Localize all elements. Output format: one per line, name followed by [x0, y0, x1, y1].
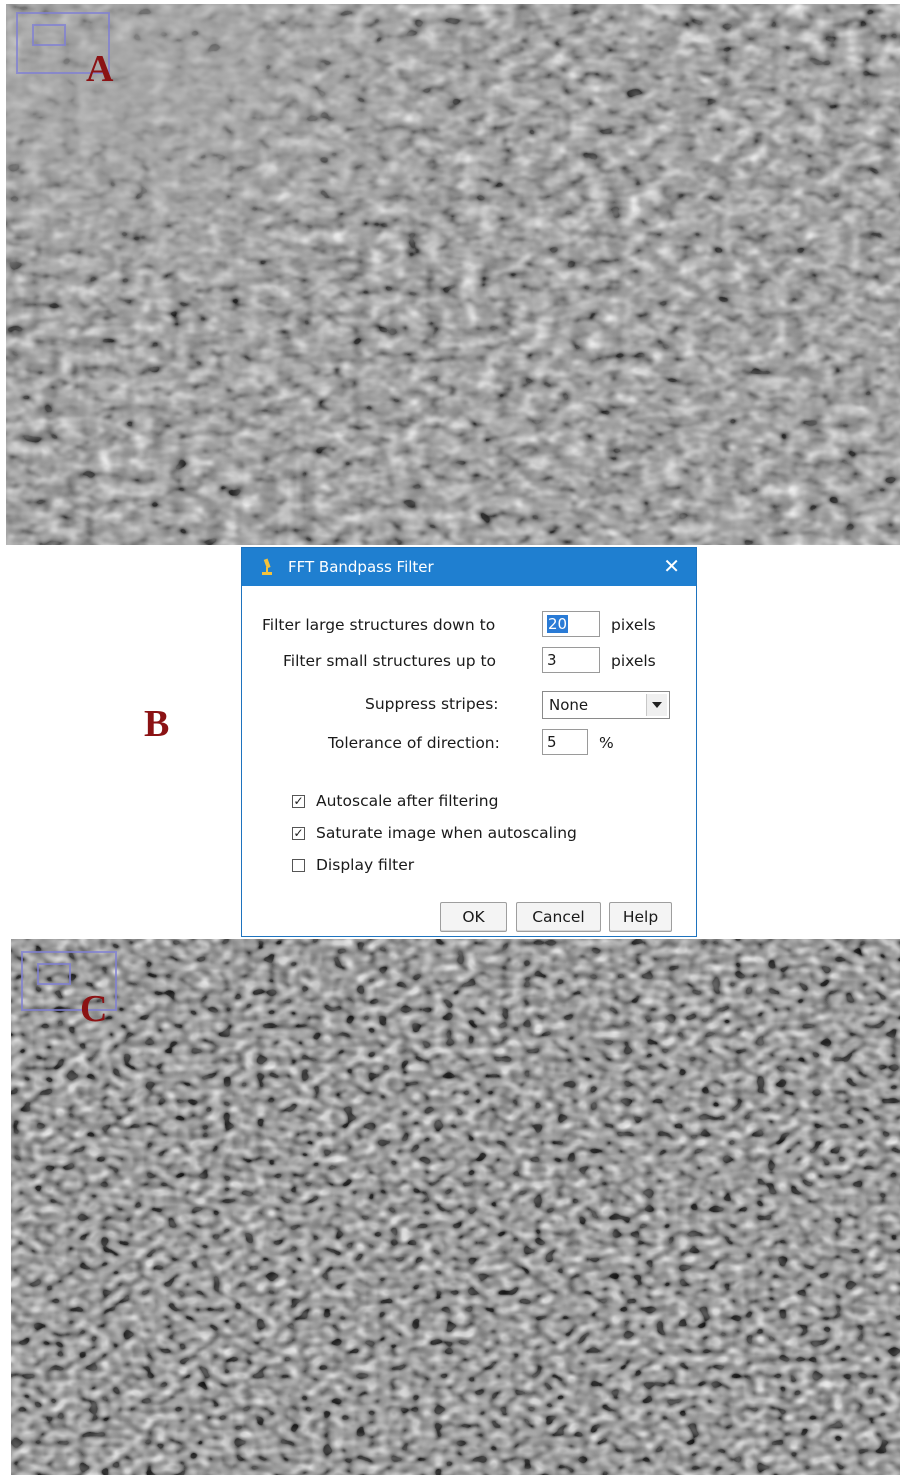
suppress-stripes-select[interactable]: None — [542, 691, 670, 719]
micrograph-a-image — [6, 4, 900, 545]
small-structures-input[interactable]: 3 — [542, 647, 600, 673]
checkbox-checked-icon[interactable]: ✓ — [292, 795, 305, 808]
checkbox-checked-icon[interactable]: ✓ — [292, 827, 305, 840]
large-structures-value: 20 — [547, 615, 569, 633]
tolerance-label: Tolerance of direction: — [328, 734, 500, 752]
ok-button[interactable]: OK — [440, 902, 507, 932]
small-structures-unit: pixels — [611, 652, 656, 670]
dialog-titlebar[interactable]: FFT Bandpass Filter ✕ — [242, 548, 696, 586]
panel-label-b: B — [144, 703, 170, 745]
tolerance-input[interactable]: 5 — [542, 729, 588, 755]
dialog-title: FFT Bandpass Filter — [288, 558, 434, 576]
cancel-button[interactable]: Cancel — [516, 902, 601, 932]
chevron-down-icon[interactable] — [646, 694, 667, 716]
microscope-icon — [262, 558, 272, 575]
large-structures-label: Filter large structures down to — [262, 616, 496, 634]
suppress-stripes-label: Suppress stripes: — [365, 695, 499, 713]
saturate-label: Saturate image when autoscaling — [316, 824, 577, 842]
micrograph-c-image — [11, 939, 900, 1475]
micrograph-c — [11, 939, 900, 1475]
large-structures-unit: pixels — [611, 616, 656, 634]
fft-bandpass-dialog: FFT Bandpass Filter ✕ Filter large struc… — [241, 547, 697, 937]
close-icon[interactable]: ✕ — [663, 555, 680, 577]
autoscale-label: Autoscale after filtering — [316, 792, 499, 810]
checkbox-unchecked-icon[interactable] — [292, 859, 305, 872]
small-structures-value: 3 — [547, 651, 557, 669]
micrograph-a — [6, 4, 900, 545]
display-filter-label: Display filter — [316, 856, 415, 874]
small-structures-label: Filter small structures up to — [283, 652, 497, 670]
tolerance-unit: % — [599, 734, 614, 752]
help-button[interactable]: Help — [609, 902, 672, 932]
tolerance-value: 5 — [547, 733, 557, 751]
large-structures-input[interactable]: 20 — [542, 611, 600, 637]
suppress-stripes-value: None — [549, 696, 589, 714]
panel-label-c: C — [80, 988, 108, 1030]
panel-label-a: A — [86, 48, 114, 90]
